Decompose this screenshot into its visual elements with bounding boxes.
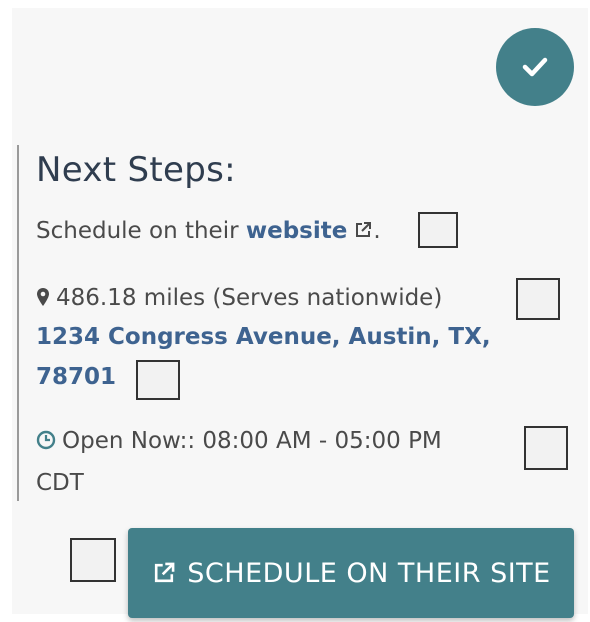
next-steps-title: Next Steps:	[36, 150, 236, 190]
checkbox-hours[interactable]	[524, 426, 568, 470]
hours-text: Open Now:: 08:00 AM - 05:00 PM	[62, 428, 442, 454]
hours-line-2: CDT	[36, 470, 84, 496]
checkbox-address[interactable]	[136, 360, 180, 400]
hours-timezone: CDT	[36, 470, 84, 496]
schedule-site-label: SCHEDULE ON THEIR SITE	[187, 557, 551, 589]
map-marker-icon	[37, 288, 49, 306]
clock-icon	[36, 430, 56, 450]
external-link-icon	[356, 222, 372, 237]
hours-line: Open Now:: 08:00 AM - 05:00 PM	[36, 428, 442, 454]
schedule-prefix: Schedule on their	[36, 218, 246, 244]
address-line-2: 78701	[36, 364, 116, 390]
confirm-check-button[interactable]	[496, 28, 574, 106]
checkbox-distance[interactable]	[516, 278, 560, 320]
checkbox-cta[interactable]	[70, 538, 116, 582]
check-icon	[522, 57, 548, 77]
address-line-1: 1234 Congress Avenue, Austin, TX,	[36, 324, 491, 350]
schedule-suffix: .	[373, 218, 381, 244]
schedule-site-button[interactable]: SCHEDULE ON THEIR SITE	[128, 528, 574, 618]
address-zip-link[interactable]: 78701	[36, 364, 116, 390]
website-link[interactable]: website	[246, 218, 373, 244]
address-link[interactable]: 1234 Congress Avenue, Austin, TX,	[36, 324, 491, 350]
schedule-line: Schedule on their website.	[36, 218, 381, 244]
external-link-icon	[155, 562, 175, 583]
distance-text: 486.18 miles (Serves nationwide)	[56, 285, 443, 311]
distance-line: 486.18 miles (Serves nationwide)	[36, 285, 442, 311]
checkbox-website[interactable]	[418, 212, 458, 248]
website-link-label: website	[245, 218, 348, 244]
